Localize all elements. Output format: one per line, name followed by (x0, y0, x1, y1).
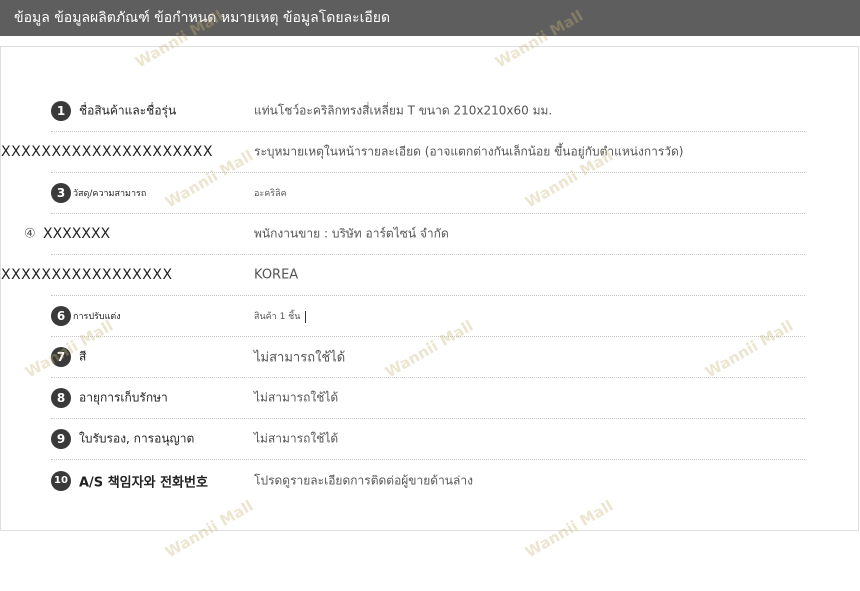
row-value: ไม่สามารถใช้ได้ (254, 431, 339, 446)
info-row-material: 3 วัสดุ/ความสามารถ อะคริลิค (51, 173, 805, 214)
row-label: XXXXXXXXXXXXXXXXXXXXX (1, 144, 213, 160)
info-row-color: 7 สี ไม่สามารถใช้ได้ (51, 337, 805, 378)
row-label: XXXXXXXXXXXXXXXXX (1, 267, 173, 283)
info-row-certification: 9 ใบรับรอง, การอนุญาต ไม่สามารถใช้ได้ (51, 419, 805, 460)
info-row-shelf-life: 8 อายุการเก็บรักษา ไม่สามารถใช้ได้ (51, 378, 805, 419)
row-label: A/S 책임자와 전화번호 (79, 475, 208, 490)
row-label: XXXXXXX (43, 226, 111, 242)
row-value: แท่นโชว์อะคริลิกทรงสี่เหลี่ยม T ขนาด 210… (254, 103, 553, 118)
row-number-badge: 6 (51, 306, 71, 326)
row-value: พนักงานขาย : บริษัท อาร์ตไซน์ จำกัด (254, 226, 449, 241)
info-row-origin: XXXXXXXXXXXXXXXXX KOREA (1, 255, 805, 296)
row-value: KOREA (254, 267, 299, 283)
row-number-badge: 8 (51, 388, 71, 408)
row-value-text: สินค้า 1 ชิ้น (254, 312, 301, 322)
row-label: การปรับแต่ง (73, 312, 121, 322)
row-number-badge: 3 (51, 183, 71, 203)
info-row-size: XXXXXXXXXXXXXXXXXXXXX ระบุหมายเหตุในหน้า… (1, 132, 805, 173)
row-number-circled: ④ (24, 226, 36, 242)
row-value: ไม่สามารถใช้ได้ (254, 390, 339, 405)
info-row-model: 1 ชื่อสินค้าและชื่อรุ่น แท่นโชว์อะคริลิก… (51, 91, 805, 132)
info-row-as-contact: 10 A/S 책임자와 전화번호 โปรดดูรายละเอียดการติดต… (51, 460, 805, 501)
product-info-panel: 1 ชื่อสินค้าและชื่อรุ่น แท่นโชว์อะคริลิก… (0, 46, 859, 531)
row-label: สี (79, 349, 87, 364)
row-value: อะคริลิค (254, 189, 287, 199)
row-number-badge: 10 (51, 470, 71, 491)
text-caret (305, 310, 307, 323)
info-row-seller: ④ XXXXXXX พนักงานขาย : บริษัท อาร์ตไซน์ … (24, 214, 805, 255)
row-value: ไม่สามารถใช้ได้ (254, 350, 346, 366)
page-title: ข้อมูล ข้อมูลผลิตภัณฑ์ ข้อกำหนด หมายเหตุ… (14, 10, 391, 26)
row-label: ชื่อสินค้าและชื่อรุ่น (79, 103, 177, 118)
row-number-badge: 1 (51, 101, 71, 121)
page-header: ข้อมูล ข้อมูลผลิตภัณฑ์ ข้อกำหนด หมายเหตุ… (0, 0, 860, 36)
row-label: วัสดุ/ความสามารถ (73, 189, 147, 199)
row-value: สินค้า 1 ชิ้น (254, 309, 307, 323)
info-row-customization: 6 การปรับแต่ง สินค้า 1 ชิ้น (51, 296, 805, 337)
row-value: ระบุหมายเหตุในหน้ารายละเอียด (อาจแตกต่าง… (254, 144, 684, 159)
row-number-badge: 7 (51, 347, 71, 367)
row-label: อายุการเก็บรักษา (79, 390, 168, 405)
row-label: ใบรับรอง, การอนุญาต (79, 431, 195, 446)
row-value: โปรดดูรายละเอียดการติดต่อผู้ขายด้านล่าง (254, 473, 473, 487)
row-number-badge: 9 (51, 429, 71, 449)
